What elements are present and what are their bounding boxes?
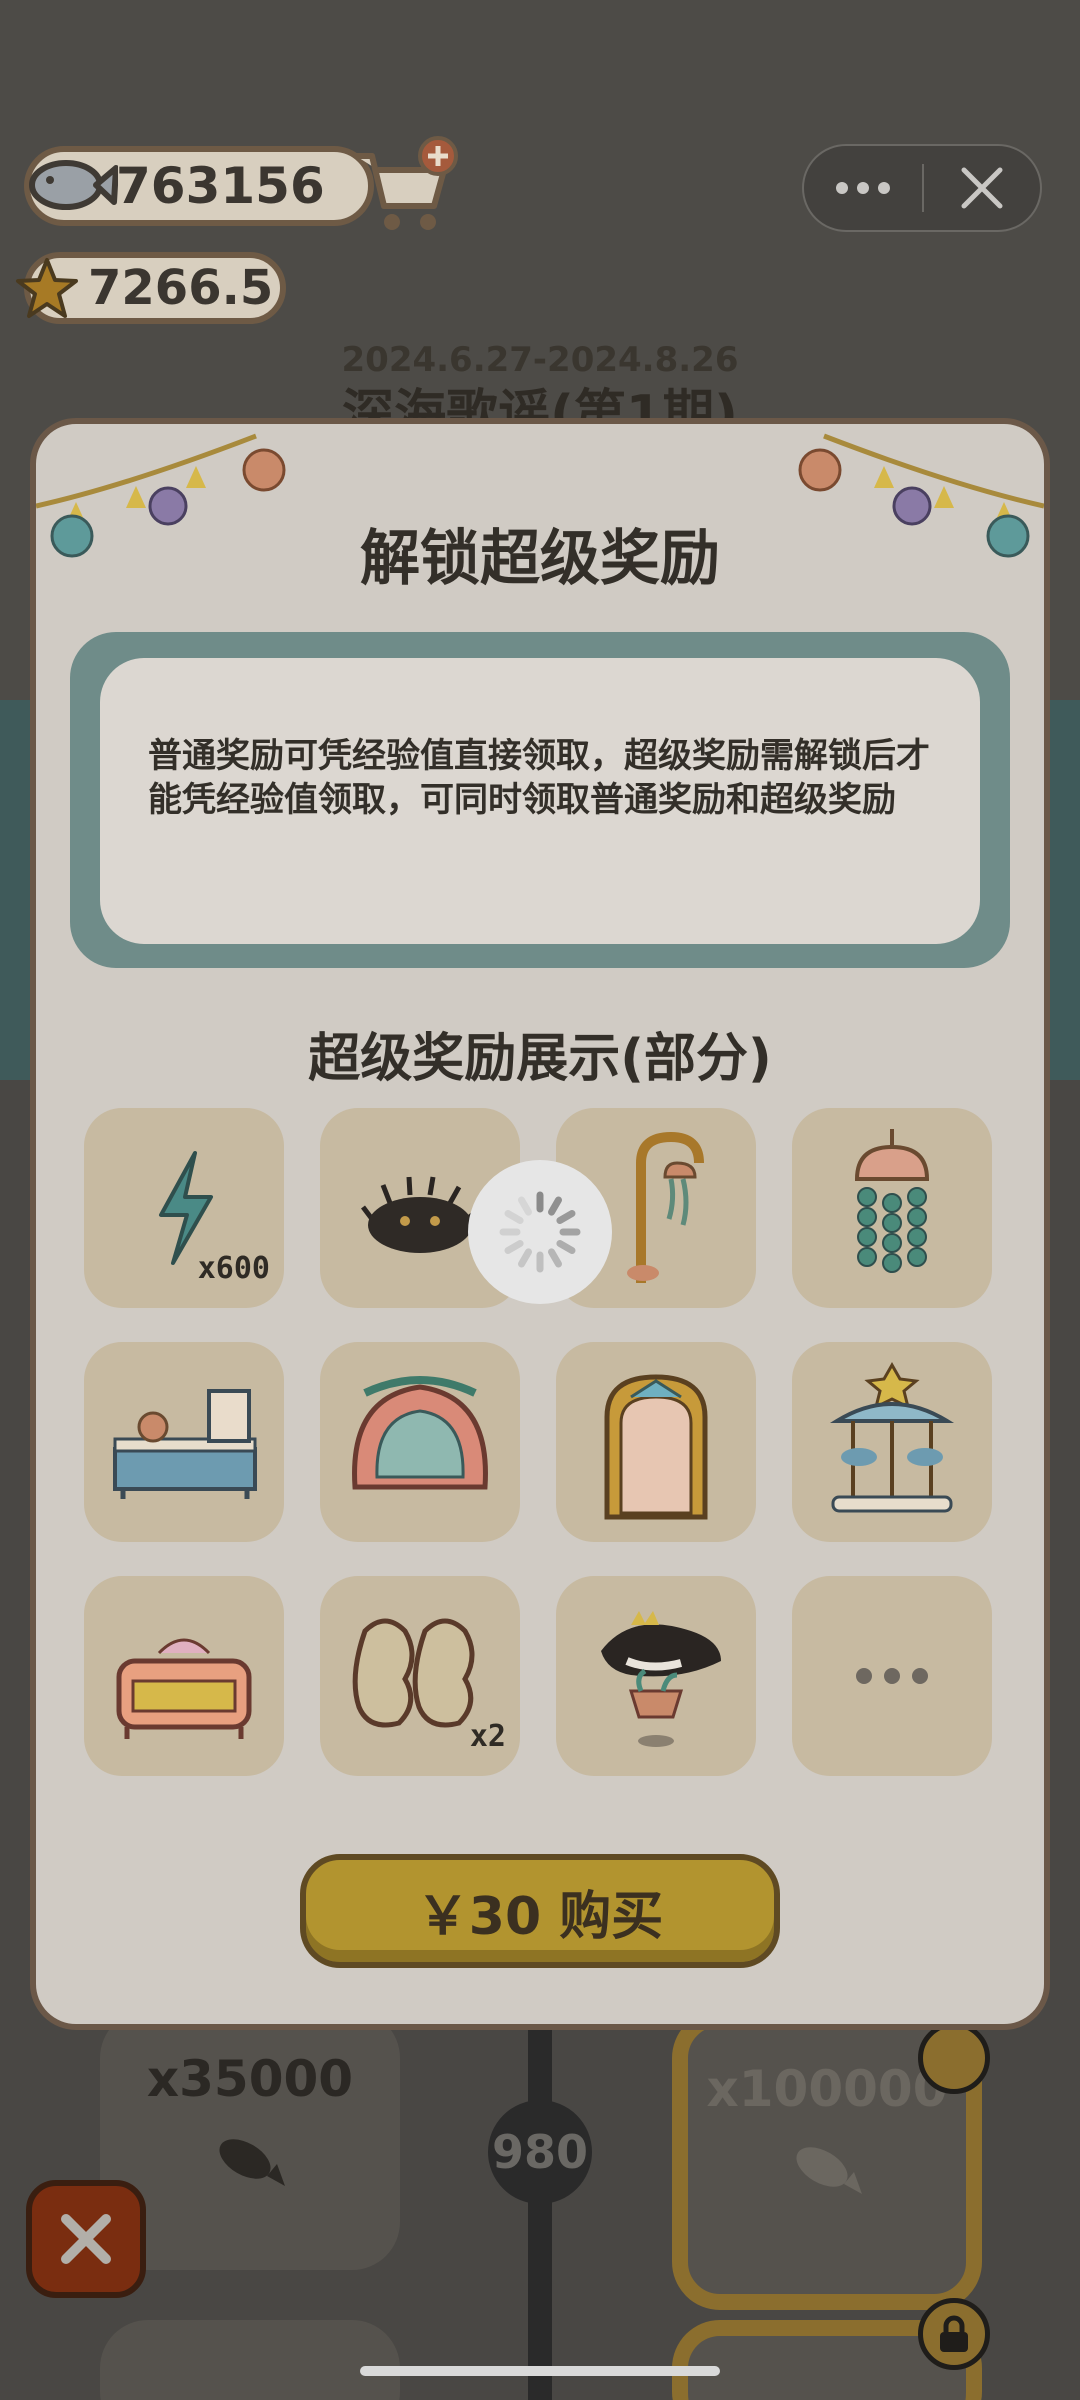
reward-quantity: x600 bbox=[197, 1251, 270, 1286]
reward-item[interactable] bbox=[792, 1342, 992, 1542]
track-reward-free[interactable] bbox=[100, 2320, 400, 2400]
reward-item[interactable] bbox=[84, 1576, 284, 1776]
level-track bbox=[528, 2030, 552, 2400]
reward-item[interactable] bbox=[320, 1342, 520, 1542]
dolphin-carousel-icon bbox=[829, 1361, 955, 1513]
lock-icon bbox=[918, 2022, 990, 2094]
star-icon bbox=[16, 258, 78, 318]
fish-icon bbox=[796, 2147, 862, 2194]
back-close-button[interactable] bbox=[26, 2180, 146, 2298]
close-mini-program-button[interactable] bbox=[924, 146, 1040, 230]
fish-icon bbox=[219, 2139, 285, 2186]
star-count: 7266.5 bbox=[88, 260, 274, 316]
lock-icon bbox=[918, 2298, 990, 2370]
ocean-kitchen-counter-icon bbox=[113, 1389, 257, 1499]
description-text: 普通奖励可凭经验值直接领取，超级奖励需解锁后才能凭经验值领取，可同时领取普通奖励… bbox=[100, 658, 980, 944]
level-node: 980 bbox=[488, 2100, 592, 2204]
reward-item[interactable] bbox=[556, 1342, 756, 1542]
dialog-title: 解锁超级奖励 bbox=[360, 524, 720, 594]
close-icon bbox=[961, 167, 1003, 209]
more-rewards-button[interactable] bbox=[792, 1576, 992, 1776]
buy-button[interactable]: ￥30 购买 bbox=[300, 1854, 780, 1968]
more-icon bbox=[856, 1668, 928, 1684]
reward-item[interactable]: x2 bbox=[320, 1576, 520, 1776]
reward-showcase-title: 超级奖励展示(部分) bbox=[308, 1029, 772, 1089]
reward-item[interactable] bbox=[84, 1342, 284, 1542]
home-indicator[interactable] bbox=[360, 2366, 720, 2376]
orca-planter-icon bbox=[601, 1611, 721, 1747]
fish-count: 763156 bbox=[116, 157, 325, 215]
jellyfish-chandelier-icon bbox=[854, 1129, 930, 1273]
more-options-button[interactable] bbox=[804, 146, 922, 230]
mini-program-capsule bbox=[802, 144, 1042, 232]
seashell-sofa-icon bbox=[116, 1638, 252, 1739]
seashell-mirror-icon bbox=[352, 1376, 488, 1490]
reward-item[interactable] bbox=[556, 1576, 756, 1776]
reward-quantity: x2 bbox=[469, 1719, 506, 1754]
reward-item[interactable] bbox=[792, 1108, 992, 1308]
golden-wardrobe-icon bbox=[604, 1374, 708, 1520]
loading-spinner-icon bbox=[468, 1160, 612, 1304]
shop-cart-icon[interactable] bbox=[350, 136, 460, 236]
fish-icon bbox=[29, 160, 118, 210]
reward-item[interactable]: x600 bbox=[84, 1108, 284, 1308]
season-title: 深海歌谣(第1期) bbox=[342, 385, 738, 422]
track-reward-quantity: x35000 bbox=[146, 2050, 354, 2108]
close-icon bbox=[61, 2214, 111, 2264]
